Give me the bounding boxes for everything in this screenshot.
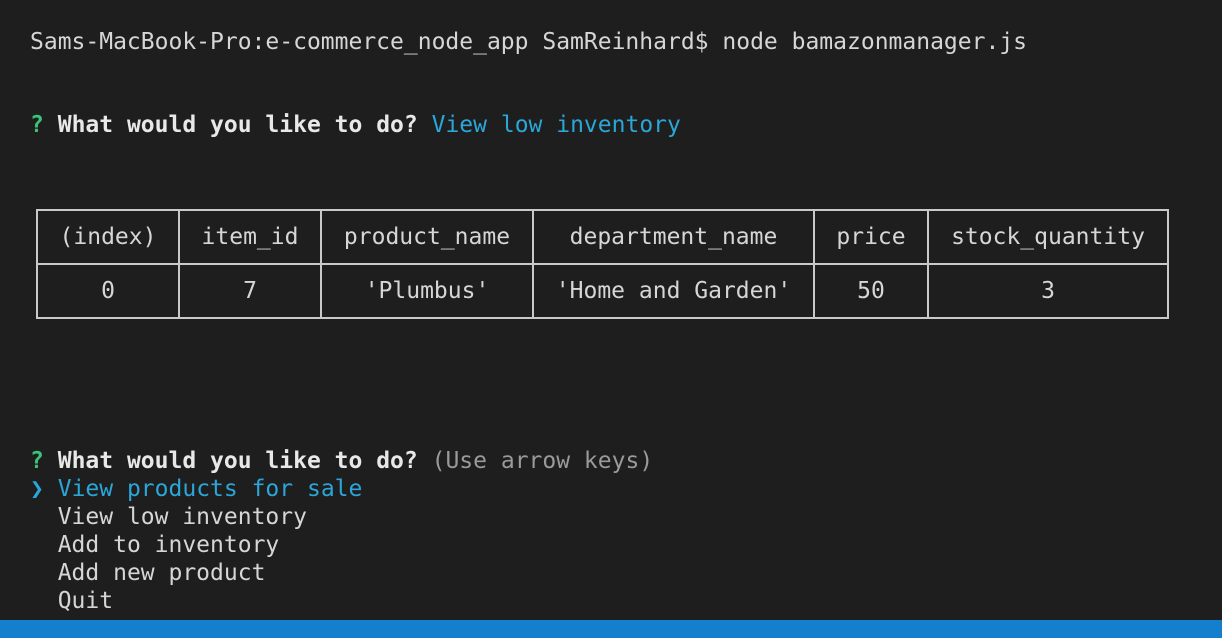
shell-command: node bamazonmanager.js [722,29,1028,55]
table-header-row: (index) item_id product_name department_… [36,209,1169,265]
menu-option-label: Add to inventory [57,532,280,558]
menu-option-quit[interactable]: Quit [30,587,113,615]
question-mark-icon: ? [30,448,44,474]
table-cell-stock-quantity: 3 [927,263,1169,319]
column-header: price [813,209,929,265]
shell-host: Sams-MacBook-Pro:e-commerce_node_app Sam… [30,29,709,55]
table-cell-item-id: 7 [178,263,322,319]
menu-option-label: Quit [57,588,114,614]
arrow-keys-hint: (Use arrow keys) [431,448,654,474]
question-text: What would you like to do? [57,448,418,474]
menu-option-label: View products for sale [57,476,363,502]
table-cell-product-name: 'Plumbus' [320,263,534,319]
inventory-table: (index) item_id product_name department_… [36,209,1169,319]
menu-option-label: View low inventory [57,504,307,530]
menu-option-add-inventory[interactable]: Add to inventory [30,531,280,559]
column-header: item_id [178,209,322,265]
first-question-line: ? What would you like to do? View low in… [30,111,681,139]
table-row: 0 7 'Plumbus' 'Home and Garden' 50 3 [36,263,1169,319]
question-mark-icon: ? [30,112,44,138]
selected-answer: View low inventory [431,112,681,138]
table-cell-department-name: 'Home and Garden' [532,263,815,319]
column-header: department_name [532,209,815,265]
column-header: (index) [36,209,180,265]
status-bar [0,620,1222,638]
pointer-icon: ❯ [30,476,44,502]
menu-option-view-products[interactable]: ❯ View products for sale [30,475,362,503]
table-cell-index: 0 [36,263,180,319]
menu-option-add-product[interactable]: Add new product [30,559,266,587]
table-cell-price: 50 [813,263,929,319]
column-header: product_name [320,209,534,265]
menu-option-label: Add new product [57,560,266,586]
shell-prompt-line: Sams-MacBook-Pro:e-commerce_node_app Sam… [30,28,1027,56]
question-text: What would you like to do? [57,112,418,138]
terminal-window[interactable]: Sams-MacBook-Pro:e-commerce_node_app Sam… [0,0,1222,638]
column-header: stock_quantity [927,209,1169,265]
menu-option-view-low-inventory[interactable]: View low inventory [30,503,307,531]
second-question-line: ? What would you like to do? (Use arrow … [30,447,653,475]
